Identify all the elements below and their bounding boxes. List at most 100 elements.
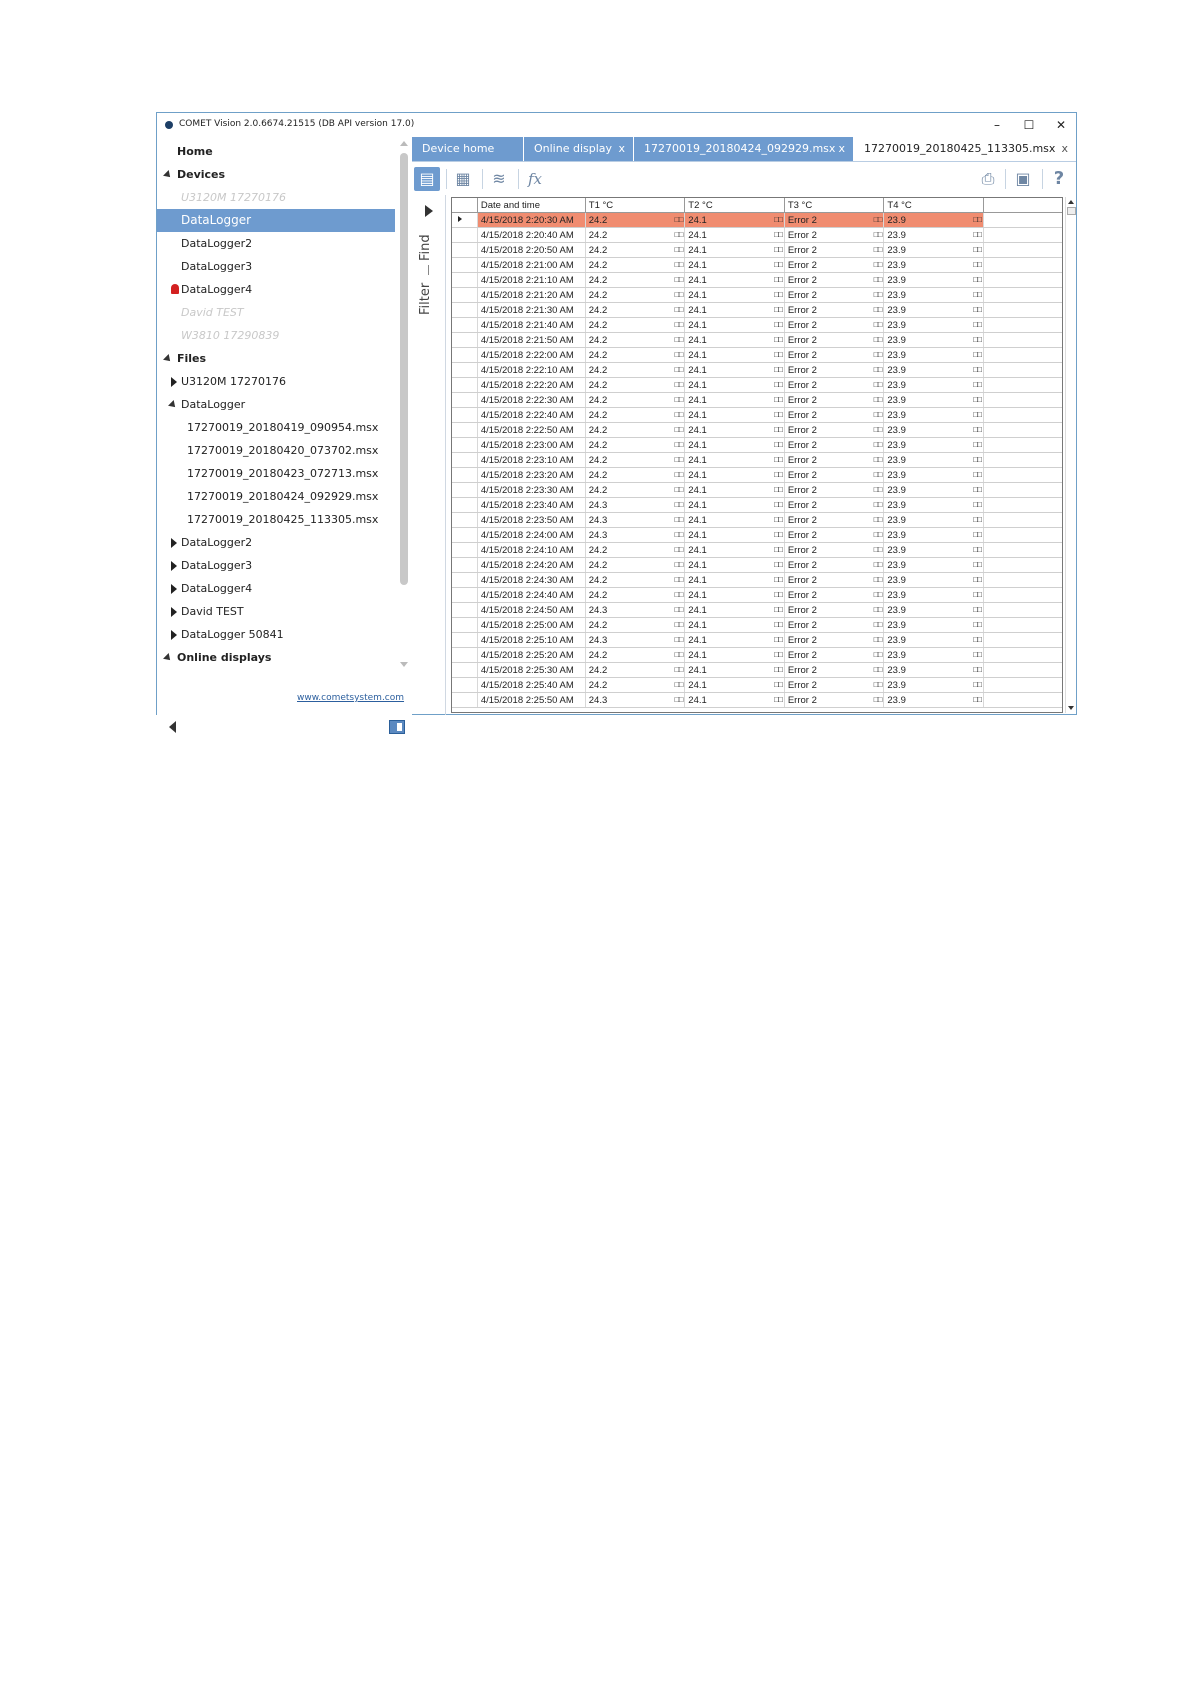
- table-row[interactable]: 4/15/2018 2:20:30 AM 24.2 □□ 24.1 □□ Error 2 □…: [452, 212, 1062, 228]
- table-cell[interactable]: Error 2 □□: [784, 347, 885, 363]
- tab-0[interactable]: Device home: [412, 137, 524, 161]
- table-cell[interactable]: Error 2 □□: [784, 407, 885, 423]
- table-cell[interactable]: Error 2 □□: [784, 542, 885, 558]
- sidebar-item[interactable]: W3810 17290839: [157, 324, 395, 347]
- row-header[interactable]: [452, 587, 478, 603]
- table-cell[interactable]: 4/15/2018 2:23:50 AM: [477, 512, 586, 528]
- table-cell[interactable]: 24.3 □□: [585, 632, 686, 648]
- find-tab[interactable]: Find: [418, 234, 433, 261]
- table-row[interactable]: 4/15/2018 2:22:20 AM 24.2 □□ 24.1 □□ Error 2 □…: [452, 377, 1062, 393]
- table-cell[interactable]: 4/15/2018 2:23:00 AM: [477, 437, 586, 453]
- table-cell[interactable]: 24.1 □□: [684, 647, 785, 663]
- table-cell[interactable]: 4/15/2018 2:21:10 AM: [477, 272, 586, 288]
- column-header[interactable]: T2 °C: [684, 198, 785, 213]
- table-cell[interactable]: 23.9 □□: [883, 647, 984, 663]
- sidebar-item[interactable]: Home: [157, 140, 395, 163]
- row-header[interactable]: [452, 422, 478, 438]
- table-cell[interactable]: 23.9 □□: [883, 662, 984, 678]
- table-cell[interactable]: 23.9 □□: [883, 572, 984, 588]
- table-cell[interactable]: 24.1 □□: [684, 407, 785, 423]
- table-cell[interactable]: 24.2 □□: [585, 332, 686, 348]
- table-row[interactable]: 4/15/2018 2:23:20 AM 24.2 □□ 24.1 □□ Error 2 □…: [452, 467, 1062, 483]
- table-row[interactable]: 4/15/2018 2:25:40 AM 24.2 □□ 24.1 □□ Error 2 □…: [452, 677, 1062, 693]
- table-cell[interactable]: 24.1 □□: [684, 632, 785, 648]
- row-header[interactable]: [452, 572, 478, 588]
- table-cell[interactable]: 23.9 □□: [883, 497, 984, 513]
- row-header[interactable]: [452, 317, 478, 333]
- series-icon[interactable]: ≋: [486, 167, 512, 191]
- table-row[interactable]: 4/15/2018 2:21:50 AM 24.2 □□ 24.1 □□ Error 2 □…: [452, 332, 1062, 348]
- table-cell[interactable]: 24.1 □□: [684, 617, 785, 633]
- table-cell[interactable]: 24.1 □□: [684, 497, 785, 513]
- table-row[interactable]: 4/15/2018 2:23:10 AM 24.2 □□ 24.1 □□ Error 2 □…: [452, 452, 1062, 468]
- grid-scrollbar[interactable]: [1065, 197, 1077, 713]
- graph-view-icon[interactable]: ▦: [450, 167, 476, 191]
- scroll-thumb[interactable]: [400, 153, 408, 585]
- table-cell[interactable]: 24.2 □□: [585, 392, 686, 408]
- table-row[interactable]: 4/15/2018 2:21:30 AM 24.2 □□ 24.1 □□ Error 2 □…: [452, 302, 1062, 318]
- table-row[interactable]: 4/15/2018 2:24:40 AM 24.2 □□ 24.1 □□ Error 2 □…: [452, 587, 1062, 603]
- table-cell[interactable]: 24.2 □□: [585, 212, 686, 228]
- table-cell[interactable]: 4/15/2018 2:23:20 AM: [477, 467, 586, 483]
- table-cell[interactable]: 23.9 □□: [883, 227, 984, 243]
- table-cell[interactable]: 23.9 □□: [883, 212, 984, 228]
- table-cell[interactable]: Error 2 □□: [784, 602, 885, 618]
- export-icon[interactable]: ▣: [1010, 167, 1036, 191]
- table-cell[interactable]: Error 2 □□: [784, 467, 885, 483]
- table-cell[interactable]: 24.1 □□: [684, 662, 785, 678]
- row-header[interactable]: [452, 287, 478, 303]
- row-header[interactable]: [452, 332, 478, 348]
- row-header[interactable]: [452, 257, 478, 273]
- sidebar-item[interactable]: DataLogger4: [157, 278, 395, 301]
- table-cell[interactable]: Error 2 □□: [784, 497, 885, 513]
- expanded-arrow-icon[interactable]: [168, 400, 178, 410]
- row-header[interactable]: [452, 512, 478, 528]
- table-cell[interactable]: 24.3 □□: [585, 527, 686, 543]
- table-cell[interactable]: Error 2 □□: [784, 362, 885, 378]
- scroll-up-arrow-icon[interactable]: [400, 141, 408, 146]
- table-cell[interactable]: 23.9 □□: [883, 332, 984, 348]
- table-cell[interactable]: 24.1 □□: [684, 512, 785, 528]
- table-cell[interactable]: 23.9 □□: [883, 317, 984, 333]
- table-cell[interactable]: Error 2 □□: [784, 377, 885, 393]
- row-header[interactable]: [452, 557, 478, 573]
- column-header[interactable]: T3 °C: [784, 198, 885, 213]
- sidebar-item[interactable]: 17270019_20180419_090954.msx: [157, 416, 395, 439]
- table-row[interactable]: 4/15/2018 2:23:40 AM 24.3 □□ 24.1 □□ Error 2 □…: [452, 497, 1062, 513]
- row-header[interactable]: [452, 377, 478, 393]
- table-row[interactable]: 4/15/2018 2:24:30 AM 24.2 □□ 24.1 □□ Error 2 □…: [452, 572, 1062, 588]
- table-cell[interactable]: 4/15/2018 2:21:20 AM: [477, 287, 586, 303]
- tab-close-icon[interactable]: x: [1061, 137, 1068, 161]
- grid-scroll-down-icon[interactable]: [1068, 706, 1074, 710]
- sidebar-item[interactable]: David TEST: [157, 301, 395, 324]
- table-cell[interactable]: Error 2 □□: [784, 647, 885, 663]
- table-cell[interactable]: Error 2 □□: [784, 272, 885, 288]
- table-cell[interactable]: 4/15/2018 2:24:50 AM: [477, 602, 586, 618]
- table-cell[interactable]: 4/15/2018 2:25:50 AM: [477, 692, 586, 708]
- sidebar-item[interactable]: DataLogger4: [157, 577, 395, 600]
- print-icon[interactable]: ⎙: [975, 167, 1001, 191]
- table-row[interactable]: 4/15/2018 2:22:50 AM 24.2 □□ 24.1 □□ Error 2 □…: [452, 422, 1062, 438]
- sidebar-item[interactable]: U3120M 17270176: [157, 370, 395, 393]
- row-header[interactable]: [452, 527, 478, 543]
- table-cell[interactable]: 24.1 □□: [684, 362, 785, 378]
- table-cell[interactable]: Error 2 □□: [784, 662, 885, 678]
- table-cell[interactable]: 24.1 □□: [684, 467, 785, 483]
- sidebar-item[interactable]: 17270019_20180425_113305.msx: [157, 508, 395, 531]
- table-cell[interactable]: 24.1 □□: [684, 377, 785, 393]
- table-cell[interactable]: 24.2 □□: [585, 647, 686, 663]
- row-header[interactable]: [452, 632, 478, 648]
- grid-scroll-thumb[interactable]: [1067, 207, 1076, 215]
- table-cell[interactable]: 24.1 □□: [684, 257, 785, 273]
- sidebar-item[interactable]: DataLogger3: [157, 255, 395, 278]
- table-cell[interactable]: 23.9 □□: [883, 362, 984, 378]
- close-button[interactable]: ✕: [1046, 114, 1076, 136]
- table-cell[interactable]: 4/15/2018 2:20:30 AM: [477, 212, 586, 228]
- table-cell[interactable]: 23.9 □□: [883, 302, 984, 318]
- layout-toggle-icon[interactable]: [389, 720, 405, 734]
- table-row[interactable]: 4/15/2018 2:24:50 AM 24.3 □□ 24.1 □□ Error 2 □…: [452, 602, 1062, 618]
- table-cell[interactable]: Error 2 □□: [784, 437, 885, 453]
- table-cell[interactable]: Error 2 □□: [784, 242, 885, 258]
- filter-tab[interactable]: Filter: [418, 283, 433, 315]
- table-cell[interactable]: 24.1 □□: [684, 452, 785, 468]
